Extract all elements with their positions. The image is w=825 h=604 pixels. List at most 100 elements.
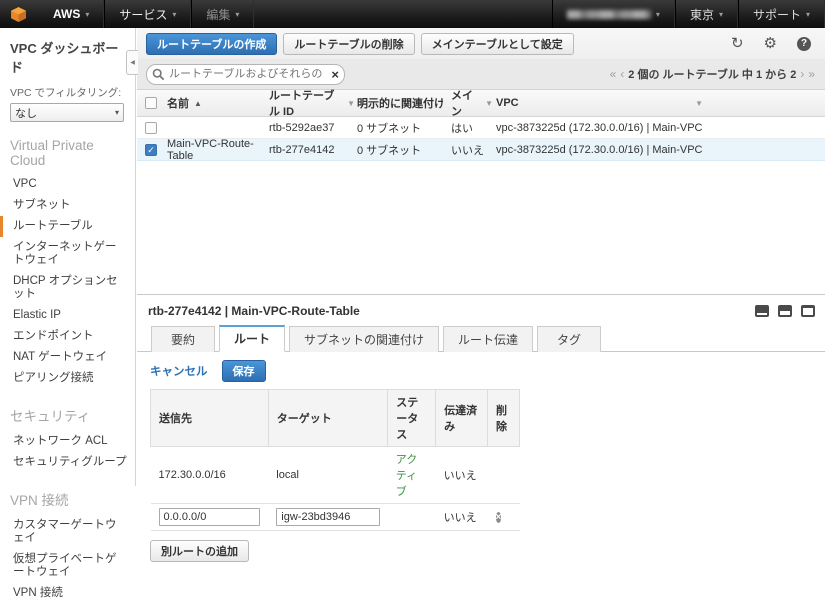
sidebar-item-security-groups[interactable]: セキュリティグループ (0, 452, 127, 473)
row-checkbox[interactable] (145, 122, 157, 134)
col-vpc-label[interactable]: VPC (496, 97, 519, 109)
vpc-filter-select[interactable]: なし ▾ (10, 103, 124, 122)
main-content: ルートテーブルの作成 ルートテーブルの削除 メインテーブルとして設定 ↻ ⚙ ?… (137, 28, 825, 486)
sidebar-item-internet-gateways[interactable]: インターネットゲートウェイ (0, 237, 127, 271)
chevron-down-icon: ▾ (115, 108, 119, 117)
chevron-down-icon[interactable]: ▼ (695, 99, 703, 108)
detail-panel: rtb-277e4142 | Main-VPC-Route-Table 要約 ル… (137, 294, 825, 486)
col-id-label[interactable]: ルートテーブル ID (269, 87, 343, 119)
sidebar-item-nat-gateways[interactable]: NAT ゲートウェイ (0, 347, 127, 368)
user-menu[interactable]: ▾ (552, 0, 675, 28)
col-explicit-label[interactable]: 明示的に関連付けら (357, 95, 443, 111)
cell-vpc: vpc-3873225d (172.30.0.0/16) | Main-VPC (496, 144, 702, 156)
route-row-editing: いいえ × (151, 504, 520, 531)
chevron-down-icon: ▾ (85, 10, 89, 19)
aws-logo[interactable] (0, 0, 39, 28)
search-box[interactable]: × (146, 64, 345, 85)
pane-layout-large-icon[interactable] (801, 305, 815, 317)
menu-services[interactable]: サービス ▾ (104, 0, 191, 28)
tab-subnet-associations[interactable]: サブネットの関連付け (289, 326, 439, 352)
sidebar-section-vpc: Virtual Private Cloud (10, 138, 127, 168)
sidebar-item-virtual-private-gateways[interactable]: 仮想プライベートゲートウェイ (0, 549, 127, 583)
first-page-icon[interactable]: « (610, 67, 617, 81)
next-page-icon[interactable]: › (800, 67, 804, 81)
sidebar-collapse-button[interactable]: ◀ (126, 50, 138, 75)
sort-asc-icon[interactable]: ▲ (194, 99, 202, 108)
routes-col-status: ステータス (388, 390, 436, 447)
top-nav-bar: AWS ▾ サービス ▾ 編集 ▾ ▾ 東京 ▾ サポート ▾ (0, 0, 825, 28)
select-all-checkbox[interactable] (145, 97, 157, 109)
chevron-down-icon: ▾ (719, 10, 723, 19)
table-row-selected[interactable]: ✓ Main-VPC-Route-Table rtb-277e4142 0 サブ… (137, 139, 825, 161)
last-page-icon[interactable]: » (808, 67, 815, 81)
remove-route-icon[interactable]: × (496, 512, 502, 523)
col-main-label[interactable]: メイン (451, 87, 481, 119)
region-label: 東京 (690, 6, 714, 23)
help-icon[interactable]: ? (797, 37, 811, 51)
route-status (388, 504, 436, 531)
region-menu[interactable]: 東京 ▾ (675, 0, 738, 28)
menu-edit[interactable]: 編集 ▾ (191, 0, 254, 28)
table-row[interactable]: rtb-5292ae37 0 サブネット はい vpc-3873225d (17… (137, 117, 825, 139)
gear-icon[interactable]: ⚙ (764, 36, 777, 51)
add-route-button[interactable]: 別ルートの追加 (150, 540, 249, 562)
sidebar-item-subnets[interactable]: サブネット (0, 195, 127, 216)
route-propagated: いいえ (436, 447, 488, 504)
tab-route-propagation[interactable]: ルート伝達 (443, 326, 533, 352)
pagination-text: 2 個の ルートテーブル 中 1 から 2 (628, 66, 796, 82)
route-destination-input[interactable] (159, 508, 261, 526)
route-destination: 172.30.0.0/16 (151, 447, 269, 504)
pane-layout-small-icon[interactable] (755, 305, 769, 317)
set-main-table-button[interactable]: メインテーブルとして設定 (421, 33, 574, 55)
sidebar-item-customer-gateways[interactable]: カスタマーゲートウェイ (0, 515, 127, 549)
col-name-label[interactable]: 名前 (167, 95, 189, 111)
support-label: サポート (753, 6, 801, 23)
create-route-table-button[interactable]: ルートテーブルの作成 (146, 33, 277, 55)
search-input[interactable] (169, 68, 324, 80)
chevron-down-icon: ▾ (172, 10, 176, 19)
route-status: アクティブ (388, 447, 436, 504)
sidebar-item-peering[interactable]: ピアリング接続 (0, 368, 127, 389)
row-checkbox-checked[interactable]: ✓ (145, 144, 157, 156)
support-menu[interactable]: サポート ▾ (738, 0, 825, 28)
sidebar-item-elastic-ip[interactable]: Elastic IP (0, 305, 127, 326)
vpc-filter-value: なし (15, 105, 37, 121)
tab-summary[interactable]: 要約 (151, 326, 215, 352)
prev-page-icon[interactable]: ‹ (620, 67, 624, 81)
route-target-input[interactable] (276, 508, 380, 526)
chevron-down-icon: ▾ (806, 10, 810, 19)
menu-edit-label: 編集 (206, 6, 230, 23)
routes-table: 送信先 ターゲット ステータス 伝達済み 削除 172.30.0.0/16 lo… (150, 389, 520, 531)
aws-cube-icon (10, 6, 27, 23)
chevron-down-icon: ▾ (235, 10, 239, 19)
save-button[interactable]: 保存 (222, 360, 266, 382)
cancel-link[interactable]: キャンセル (150, 363, 208, 379)
sidebar-item-route-tables[interactable]: ルートテーブル (0, 216, 127, 237)
toolbar: ルートテーブルの作成 ルートテーブルの削除 メインテーブルとして設定 ↻ ⚙ ? (137, 28, 825, 59)
refresh-icon[interactable]: ↻ (731, 36, 744, 51)
chevron-down-icon[interactable]: ▼ (347, 99, 355, 108)
tab-routes[interactable]: ルート (219, 325, 285, 352)
delete-route-table-button[interactable]: ルートテーブルの削除 (283, 33, 414, 55)
sidebar-item-vpc[interactable]: VPC (0, 174, 127, 195)
cell-explicit: 0 サブネット (357, 142, 421, 158)
route-row: 172.30.0.0/16 local アクティブ いいえ (151, 447, 520, 504)
tab-tags[interactable]: タグ (537, 326, 601, 352)
search-icon (152, 68, 165, 81)
sidebar-item-endpoints[interactable]: エンドポイント (0, 326, 127, 347)
sidebar-item-network-acl[interactable]: ネットワーク ACL (0, 431, 127, 452)
cell-id: rtb-5292ae37 (269, 122, 334, 134)
route-target: local (268, 447, 388, 504)
pane-layout-medium-icon[interactable] (778, 305, 792, 317)
cell-main: はい (451, 120, 473, 136)
chevron-down-icon[interactable]: ▼ (485, 99, 493, 108)
sidebar-item-dhcp-options[interactable]: DHCP オプションセット (0, 271, 127, 305)
routes-col-target: ターゲット (268, 390, 388, 447)
detail-tabs: 要約 ルート サブネットの関連付け ルート伝達 タグ (137, 325, 825, 352)
menu-aws[interactable]: AWS ▾ (39, 0, 104, 28)
clear-search-icon[interactable]: × (331, 67, 339, 82)
sidebar-item-vpn-connections[interactable]: VPN 接続 (0, 583, 127, 604)
pagination: « ‹ 2 個の ルートテーブル 中 1 から 2 › » (610, 66, 815, 82)
menu-services-label: サービス (119, 6, 167, 23)
cell-id: rtb-277e4142 (269, 144, 334, 156)
